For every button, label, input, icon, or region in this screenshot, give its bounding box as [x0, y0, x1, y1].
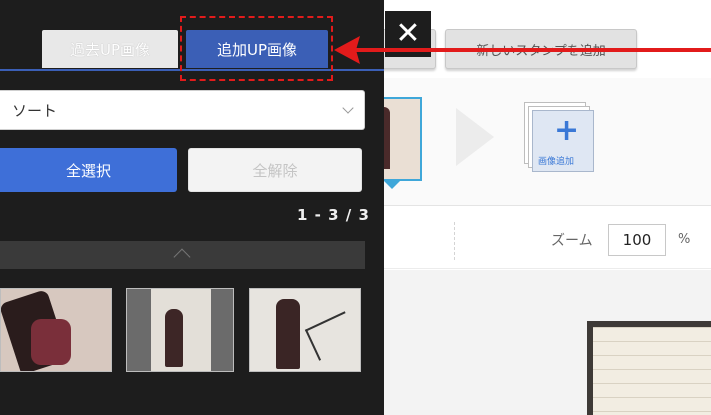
zoom-label: ズーム: [551, 233, 593, 249]
photo-thumbnail-3[interactable]: [249, 288, 361, 372]
play-arrow-icon: [456, 108, 494, 166]
annotation-arrow-icon: [334, 36, 711, 64]
zoom-input[interactable]: [608, 224, 666, 256]
divider: [454, 222, 455, 260]
add-image-label: 画像追加: [538, 157, 575, 167]
select-all-button[interactable]: 全選択: [0, 148, 177, 192]
sort-select[interactable]: ソート: [0, 90, 365, 130]
zoom-unit: %: [678, 232, 691, 247]
page-count: 1 - 3 / 3: [297, 206, 370, 224]
photo-thumbnail-2[interactable]: [126, 288, 234, 372]
tab-past-uploads[interactable]: 過去UP画像: [42, 30, 178, 68]
canvas-photo[interactable]: [587, 321, 711, 415]
photo-thumbnail-1[interactable]: [0, 288, 112, 372]
plus-icon: +: [554, 113, 580, 148]
selection-caret-icon: [383, 180, 401, 189]
deselect-all-button[interactable]: 全解除: [188, 148, 362, 192]
annotation-highlight-box: [180, 16, 333, 81]
add-image-button[interactable]: + 画像追加: [524, 102, 600, 178]
